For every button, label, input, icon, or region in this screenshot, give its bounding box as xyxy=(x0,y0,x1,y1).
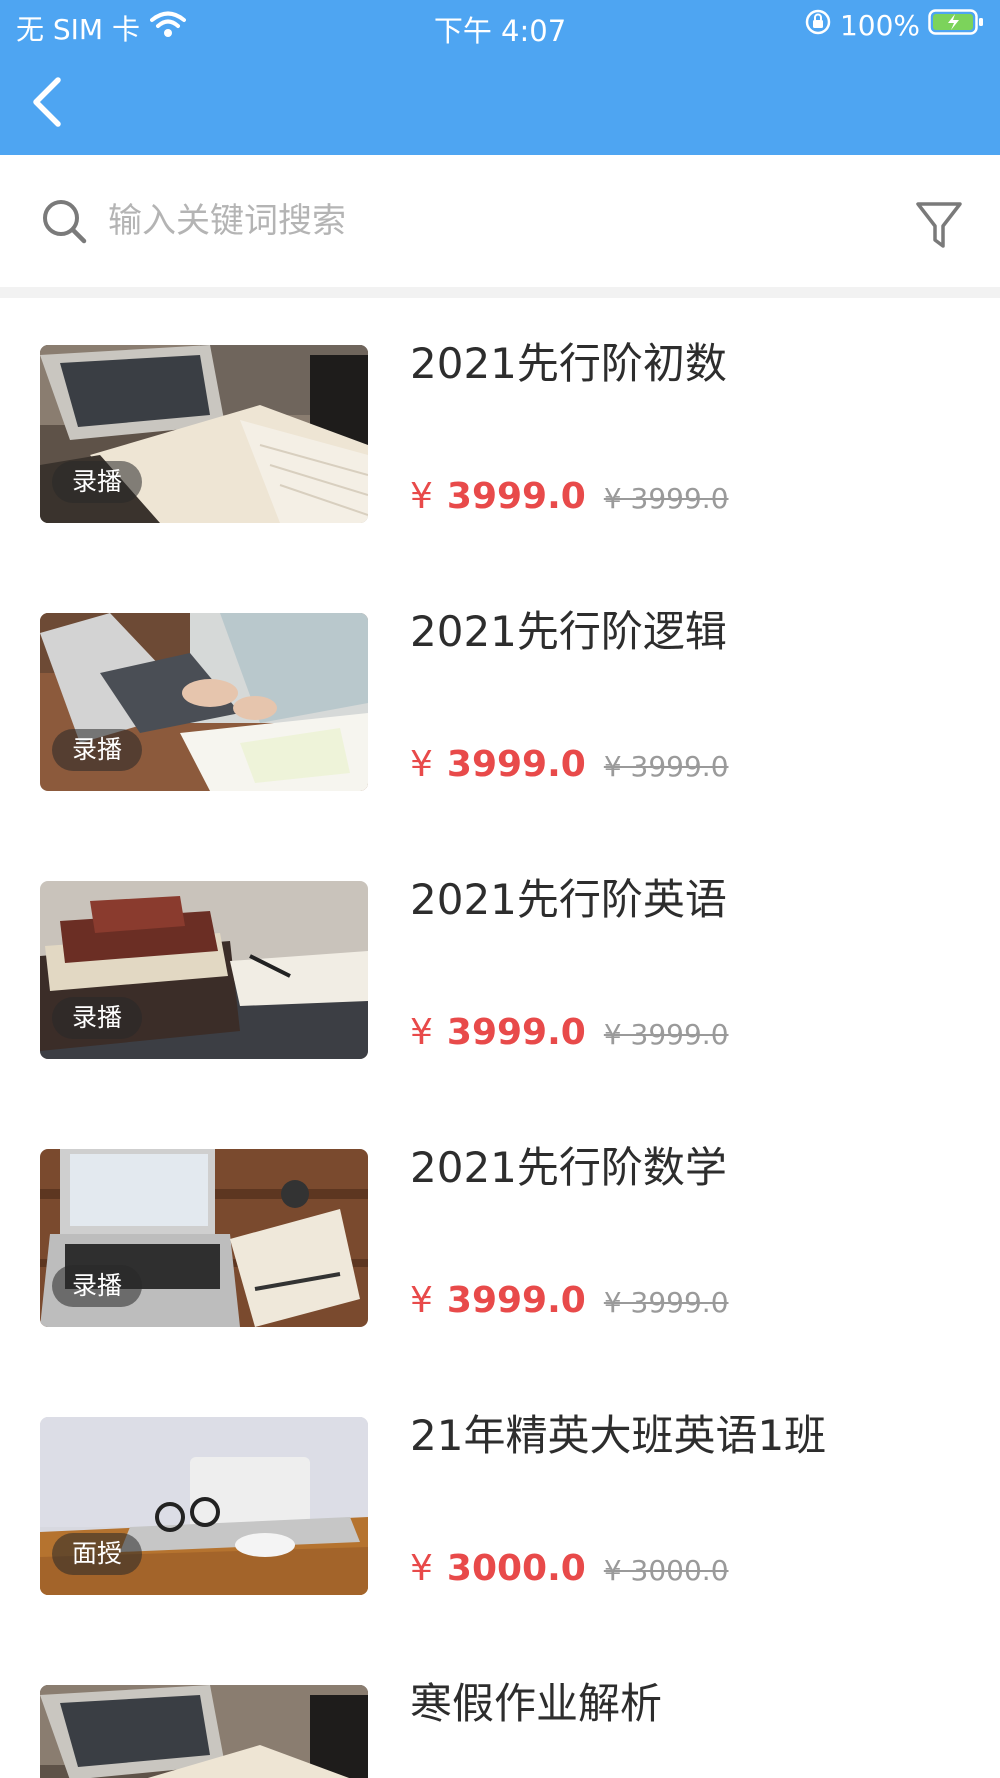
sale-price: ¥3000.0 xyxy=(410,1548,586,1589)
course-type-badge: 录播 xyxy=(52,997,143,1039)
price-row: ¥3999.0 ¥ 3999.0 xyxy=(410,476,729,517)
battery-icon xyxy=(928,8,984,43)
sale-price-value: 3999.0 xyxy=(446,476,586,517)
sale-price: ¥3999.0 xyxy=(410,744,586,785)
filter-icon[interactable] xyxy=(914,198,964,254)
top-header: 无 SIM 卡 下午 4:07 100% xyxy=(0,0,1000,155)
course-item[interactable]: 录播 2021先行阶逻辑 ¥3999.0 ¥ 3999.0 xyxy=(0,566,1000,834)
battery-percent: 100% xyxy=(839,9,920,42)
search-bar xyxy=(0,155,1000,287)
course-item[interactable]: 寒假作业解析 xyxy=(0,1638,1000,1778)
price-row: ¥3000.0 ¥ 3000.0 xyxy=(410,1548,729,1589)
course-type-badge: 面授 xyxy=(52,1533,143,1575)
course-thumbnail: 录播 xyxy=(40,881,368,1059)
price-row: ¥3999.0 ¥ 3999.0 xyxy=(410,744,729,785)
sale-price-value: 3999.0 xyxy=(446,744,586,785)
course-thumbnail: 录播 xyxy=(40,1149,368,1327)
course-item[interactable]: 录播 2021先行阶英语 ¥3999.0 ¥ 3999.0 xyxy=(0,834,1000,1102)
course-type-badge: 录播 xyxy=(52,461,143,503)
original-price: ¥ 3999.0 xyxy=(603,1018,729,1051)
course-thumbnail: 面授 xyxy=(40,1417,368,1595)
sale-price: ¥3999.0 xyxy=(410,1280,586,1321)
status-bar: 无 SIM 卡 下午 4:07 100% xyxy=(0,0,1000,50)
course-title: 21年精英大班英语1班 xyxy=(410,1411,827,1460)
back-button[interactable] xyxy=(24,72,68,132)
sale-price-value: 3999.0 xyxy=(446,1280,586,1321)
sale-price-value: 3999.0 xyxy=(446,1012,586,1053)
course-item[interactable]: 面授 21年精英大班英语1班 ¥3000.0 ¥ 3000.0 xyxy=(0,1370,1000,1638)
original-price: ¥ 3999.0 xyxy=(603,750,729,783)
course-thumbnail: 录播 xyxy=(40,345,368,523)
section-divider xyxy=(0,287,1000,298)
currency-symbol: ¥ xyxy=(410,1280,433,1321)
course-thumbnail: 录播 xyxy=(40,613,368,791)
search-icon xyxy=(40,197,90,247)
original-price: ¥ 3000.0 xyxy=(603,1554,729,1587)
sale-price: ¥3999.0 xyxy=(410,476,586,517)
currency-symbol: ¥ xyxy=(410,744,433,785)
currency-symbol: ¥ xyxy=(410,1012,433,1053)
search-input[interactable] xyxy=(106,193,886,249)
currency-symbol: ¥ xyxy=(410,476,433,517)
price-row: ¥3999.0 ¥ 3999.0 xyxy=(410,1012,729,1053)
course-title: 2021先行阶英语 xyxy=(410,875,727,924)
course-type-badge: 录播 xyxy=(52,1265,143,1307)
sale-price: ¥3999.0 xyxy=(410,1012,586,1053)
course-item[interactable]: 录播 2021先行阶初数 ¥3999.0 ¥ 3999.0 xyxy=(0,298,1000,566)
course-item[interactable]: 录播 2021先行阶数学 ¥3999.0 ¥ 3999.0 xyxy=(0,1102,1000,1370)
orientation-lock-icon xyxy=(804,8,832,43)
course-type-badge: 录播 xyxy=(52,729,143,771)
course-title: 2021先行阶逻辑 xyxy=(410,607,727,656)
original-price: ¥ 3999.0 xyxy=(603,482,729,515)
price-row: ¥3999.0 ¥ 3999.0 xyxy=(410,1280,729,1321)
sale-price-value: 3000.0 xyxy=(446,1548,586,1589)
status-right: 100% xyxy=(804,8,984,43)
course-title: 2021先行阶初数 xyxy=(410,339,727,388)
currency-symbol: ¥ xyxy=(410,1548,433,1589)
course-title: 寒假作业解析 xyxy=(410,1679,663,1728)
course-thumbnail xyxy=(40,1685,368,1778)
original-price: ¥ 3999.0 xyxy=(603,1286,729,1319)
course-title: 2021先行阶数学 xyxy=(410,1143,727,1192)
